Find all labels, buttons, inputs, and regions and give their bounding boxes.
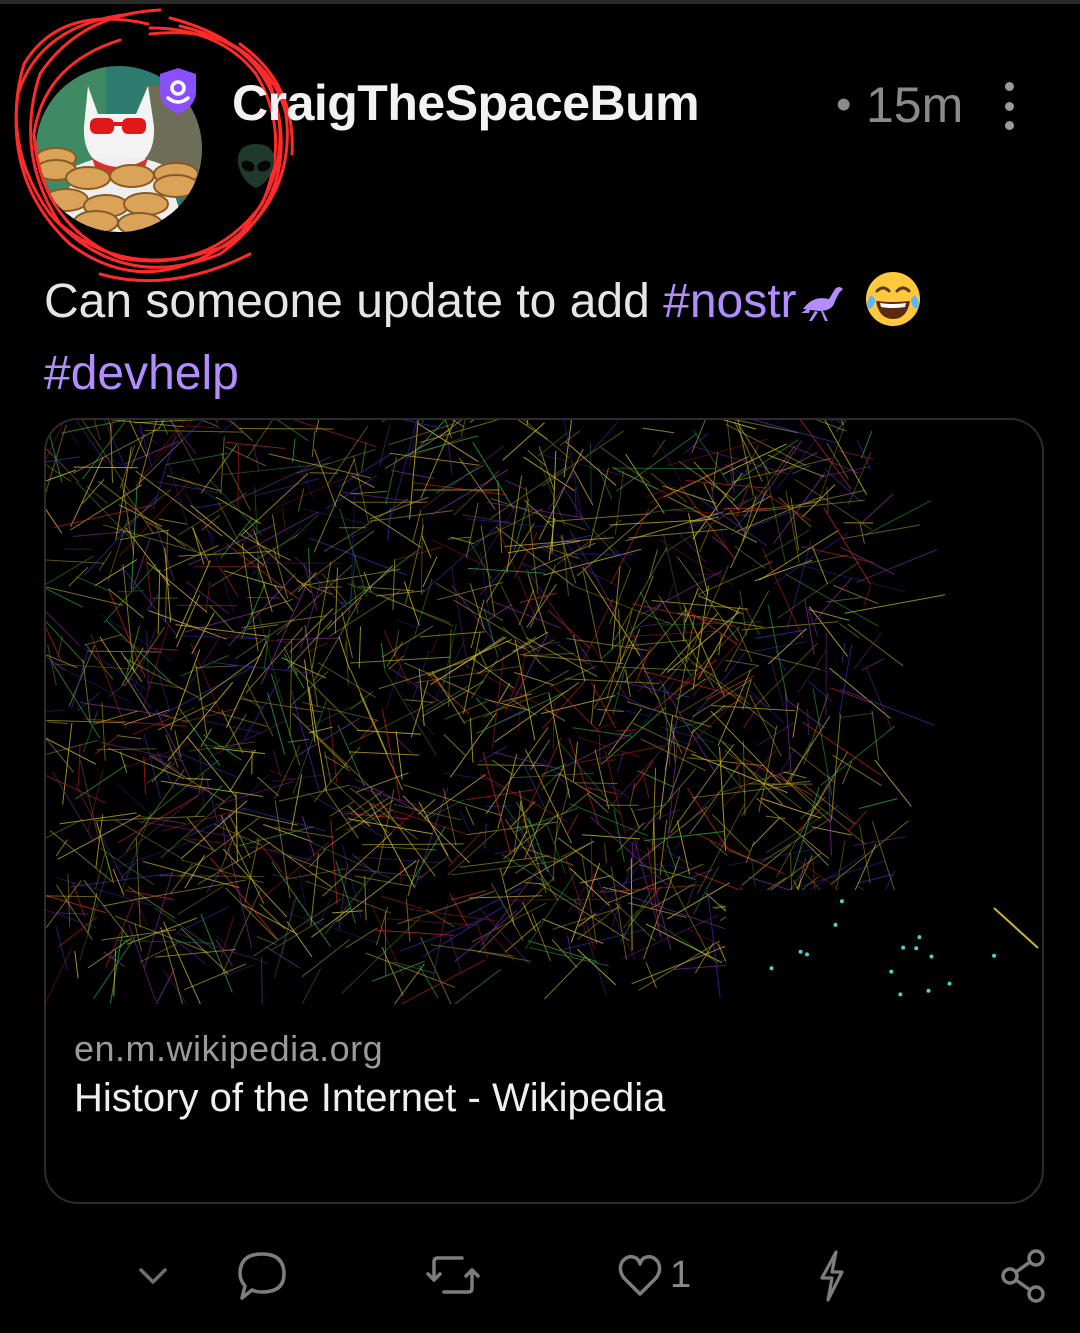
expand-chevron-icon[interactable] — [136, 1240, 170, 1310]
alien-icon — [234, 142, 278, 190]
laughing-emoji-icon — [865, 272, 920, 326]
share-icon[interactable] — [998, 1240, 1048, 1310]
content-text: Can someone update to add — [44, 275, 664, 328]
more-options-icon[interactable] — [992, 82, 1026, 130]
repost-icon[interactable] — [424, 1240, 482, 1310]
link-preview-card[interactable]: en.m.wikipedia.org History of the Intern… — [44, 418, 1044, 1204]
link-preview-image — [46, 420, 1042, 1004]
post-timestamp: 15m — [866, 77, 964, 133]
time-separator: • — [836, 80, 852, 129]
verified-badge-icon — [156, 66, 200, 116]
link-preview-domain: en.m.wikipedia.org — [74, 1028, 384, 1069]
hashtag-nostr[interactable]: #nostr — [663, 275, 796, 328]
link-preview-title: History of the Internet - Wikipedia — [74, 1076, 666, 1120]
hashtag-devhelp[interactable]: #devhelp — [44, 347, 239, 400]
zap-icon[interactable] — [814, 1240, 850, 1310]
reply-icon[interactable] — [236, 1240, 288, 1310]
like-button[interactable]: 1 — [616, 1240, 691, 1310]
heart-icon — [618, 1254, 662, 1296]
author-avatar-wrap[interactable] — [36, 66, 202, 232]
ostrich-icon — [800, 287, 843, 321]
note-content: Can someone update to add #nostr #devhel… — [44, 266, 1044, 410]
note-card[interactable]: CraigTheSpaceBum • 15m Can someone updat… — [0, 4, 1080, 1333]
like-count: 1 — [670, 1253, 692, 1296]
author-display-name[interactable]: CraigTheSpaceBum — [232, 74, 700, 132]
action-bar: 1 — [0, 1240, 1080, 1320]
